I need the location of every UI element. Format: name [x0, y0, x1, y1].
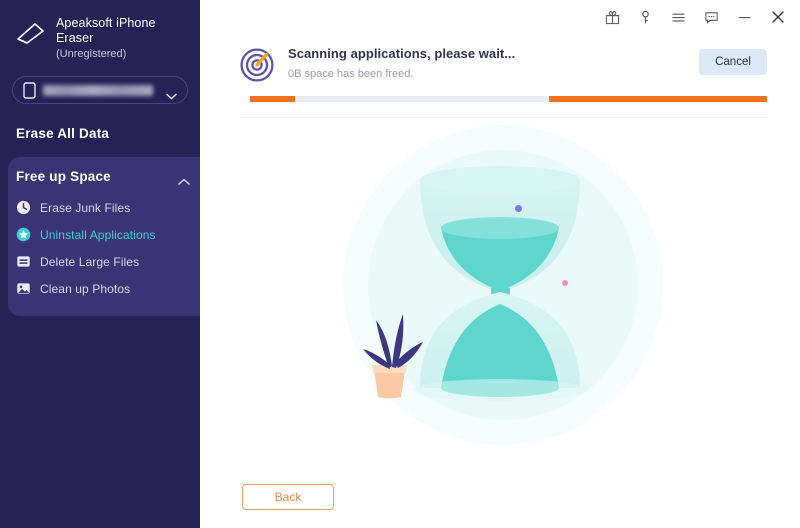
free-up-space-label: Free up Space — [16, 169, 111, 184]
key-icon[interactable] — [637, 9, 654, 26]
device-name-value — [43, 84, 153, 96]
free-up-space-panel: Free up Space Erase Junk Files Uninstall… — [8, 157, 200, 316]
close-icon[interactable] — [769, 9, 786, 26]
sidebar-item-label: Erase Junk Files — [40, 200, 131, 215]
phone-icon — [23, 81, 36, 99]
feedback-icon[interactable] — [703, 9, 720, 26]
cancel-button[interactable]: Cancel — [699, 49, 767, 75]
sidebar-item-erase-all-data[interactable]: Erase All Data — [0, 104, 200, 141]
main-content: Scanning applications, please wait... 0B… — [200, 0, 800, 528]
dot-violet-left — [515, 205, 522, 212]
photo-icon — [16, 281, 31, 296]
scan-status-bar: Scanning applications, please wait... 0B… — [240, 45, 767, 103]
menu-icon[interactable] — [670, 9, 687, 26]
chevron-up-icon[interactable] — [178, 173, 190, 185]
license-status: (Unregistered) — [56, 48, 127, 60]
scan-status-message: Scanning applications, please wait... — [288, 46, 516, 61]
brand-text: Apeaksoft iPhone Eraser (Unregistered) — [56, 14, 186, 62]
clock-icon — [16, 200, 31, 215]
gift-icon[interactable] — [604, 9, 621, 26]
dot-pink-left — [562, 280, 568, 286]
free-up-space-menu: Erase Junk Files Uninstall Applications — [8, 194, 200, 302]
sidebar-item-erase-junk-files[interactable]: Erase Junk Files — [8, 194, 200, 221]
minimize-icon[interactable] — [736, 9, 753, 26]
header-divider — [240, 117, 767, 118]
titlebar — [604, 0, 800, 34]
progress-segment-1 — [548, 96, 767, 102]
scan-progress-bar — [250, 96, 767, 102]
app-burst-icon — [16, 227, 31, 242]
status-row: Scanning applications, please wait... 0B… — [240, 45, 767, 82]
hourglass-scanning-illustration — [245, 120, 765, 450]
sidebar: Apeaksoft iPhone Eraser (Unregistered) E… — [0, 0, 200, 528]
file-lines-icon — [16, 254, 31, 269]
sidebar-item-delete-large-files[interactable]: Delete Large Files — [8, 248, 200, 275]
brand-header: Apeaksoft iPhone Eraser (Unregistered) — [0, 0, 200, 62]
sidebar-item-label: Delete Large Files — [40, 254, 140, 269]
device-selector[interactable] — [12, 76, 188, 104]
eraser-icon — [14, 18, 46, 50]
sidebar-item-label: Uninstall Applications — [40, 227, 156, 242]
chevron-down-icon — [166, 87, 177, 100]
status-texts: Scanning applications, please wait... 0B… — [288, 45, 685, 80]
back-button[interactable]: Back — [242, 484, 334, 510]
sidebar-item-label: Clean up Photos — [40, 281, 131, 296]
app-title: Apeaksoft iPhone Eraser — [56, 16, 156, 45]
scan-status-detail: 0B space has been freed. — [288, 68, 414, 80]
free-up-space-header[interactable]: Free up Space — [8, 169, 200, 185]
sidebar-item-clean-up-photos[interactable]: Clean up Photos — [8, 275, 200, 302]
scanning-target-icon — [240, 48, 274, 82]
sidebar-item-uninstall-applications[interactable]: Uninstall Applications — [8, 221, 200, 248]
progress-segment-0 — [250, 96, 296, 102]
app-window: Apeaksoft iPhone Eraser (Unregistered) E… — [0, 0, 800, 528]
